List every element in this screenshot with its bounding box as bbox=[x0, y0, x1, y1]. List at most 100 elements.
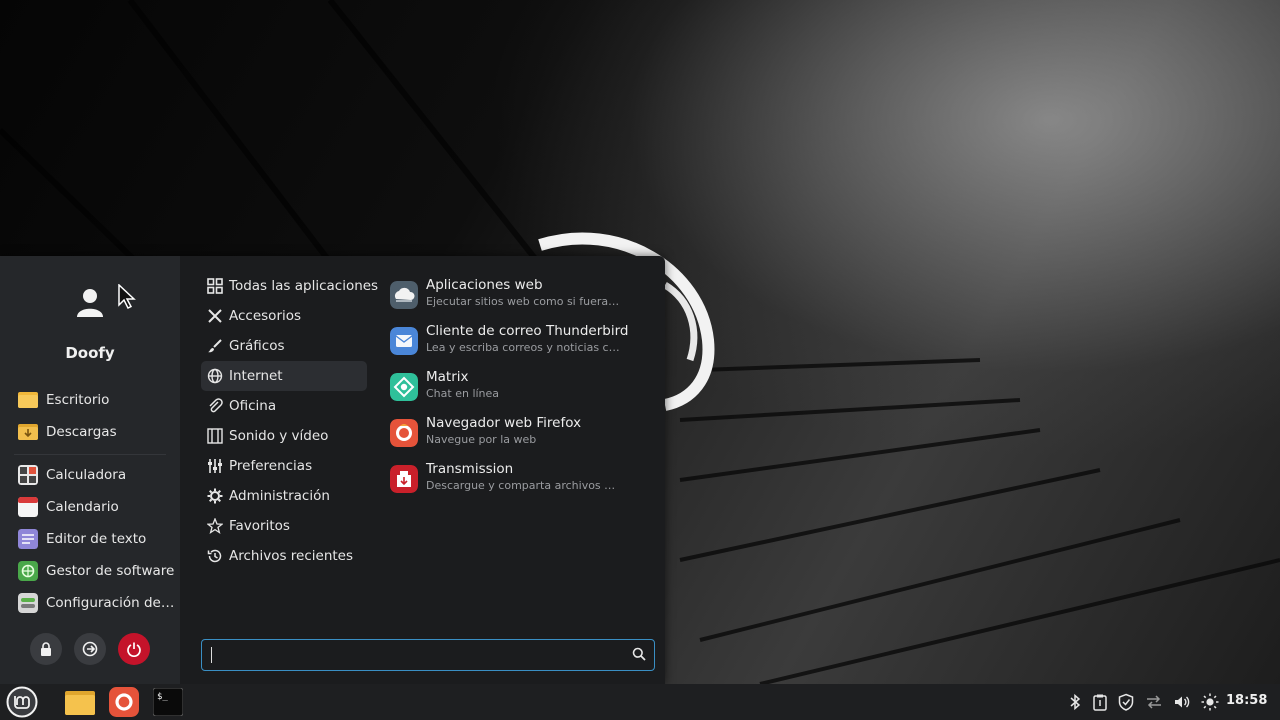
tools-icon bbox=[208, 309, 222, 323]
logout-icon bbox=[82, 641, 98, 657]
grid-icon bbox=[207, 278, 223, 294]
category-administracion[interactable]: Administración bbox=[201, 481, 367, 511]
category-internet[interactable]: Internet bbox=[201, 361, 367, 391]
category-favoritos[interactable]: Favoritos bbox=[201, 511, 367, 541]
app-name: Cliente de correo Thunderbird bbox=[426, 323, 629, 339]
favorite-gestor-de-software[interactable]: Gestor de software bbox=[18, 558, 174, 584]
power-icon bbox=[127, 642, 141, 657]
brightness-icon[interactable] bbox=[1201, 693, 1219, 711]
favorite-label: Gestor de software bbox=[46, 563, 175, 579]
firefox-launcher[interactable] bbox=[108, 686, 140, 718]
power-button[interactable] bbox=[118, 633, 150, 665]
app-transmission[interactable]: Transmission Descargue y comparta archiv… bbox=[386, 458, 656, 502]
mail-icon bbox=[390, 327, 418, 355]
user-name: Doofy bbox=[65, 344, 115, 362]
category-label: Archivos recientes bbox=[229, 548, 354, 564]
paperclip-icon bbox=[209, 398, 223, 413]
matrix-icon bbox=[390, 373, 418, 401]
app-description: Lea y escriba correos y noticias con Thu… bbox=[426, 341, 622, 354]
settings-icon bbox=[18, 593, 38, 613]
favorite-label: Descargas bbox=[46, 424, 117, 440]
transmission-icon bbox=[390, 465, 418, 493]
app-thunderbird[interactable]: Cliente de correo Thunderbird Lea y escr… bbox=[386, 320, 656, 364]
category-oficina[interactable]: Oficina bbox=[201, 391, 367, 421]
category-label: Todas las aplicaciones bbox=[229, 278, 379, 294]
user-avatar-icon[interactable] bbox=[74, 286, 106, 318]
favorite-descargas[interactable]: Descargas bbox=[18, 419, 117, 445]
text-caret bbox=[211, 647, 212, 663]
search-input[interactable] bbox=[208, 644, 622, 666]
favorite-label: Calendario bbox=[46, 499, 119, 515]
category-label: Favoritos bbox=[229, 518, 290, 534]
app-description: Chat en línea bbox=[426, 387, 500, 400]
taskbar: $_ 18:58 bbox=[0, 684, 1280, 720]
volume-icon[interactable] bbox=[1173, 693, 1191, 711]
media-icon bbox=[207, 428, 223, 444]
downloads-folder-icon bbox=[18, 424, 38, 440]
category-sonido-y-video[interactable]: Sonido y vídeo bbox=[201, 421, 367, 451]
search-box[interactable] bbox=[201, 639, 655, 671]
calculator-icon bbox=[18, 465, 38, 485]
favorite-configuracion[interactable]: Configuración de… bbox=[18, 590, 174, 616]
lock-icon bbox=[41, 642, 51, 656]
mouse-cursor-icon bbox=[118, 284, 136, 310]
category-todas-las-aplicaciones[interactable]: Todas las aplicaciones bbox=[201, 271, 378, 301]
category-label: Internet bbox=[229, 368, 283, 384]
bluetooth-icon[interactable] bbox=[1066, 693, 1084, 711]
search-icon bbox=[632, 647, 646, 661]
gear-icon bbox=[207, 488, 223, 504]
menu-sidebar: Doofy Escritorio Descargas Calculadora C… bbox=[0, 256, 180, 684]
terminal-launcher[interactable]: $_ bbox=[152, 686, 184, 718]
app-description: Navegue por la web bbox=[426, 433, 537, 446]
logout-button[interactable] bbox=[74, 633, 106, 665]
files-launcher[interactable] bbox=[64, 686, 96, 718]
category-label: Oficina bbox=[229, 398, 277, 414]
category-archivos-recientes[interactable]: Archivos recientes bbox=[201, 541, 367, 571]
favorite-escritorio[interactable]: Escritorio bbox=[18, 387, 109, 413]
category-label: Preferencias bbox=[229, 458, 313, 474]
app-firefox[interactable]: Navegador web Firefox Navegue por la web bbox=[386, 412, 656, 456]
favorite-editor-de-texto[interactable]: Editor de texto bbox=[18, 526, 146, 552]
app-matrix[interactable]: Matrix Chat en línea bbox=[386, 366, 656, 410]
app-name: Transmission bbox=[426, 461, 514, 477]
app-description: Ejecutar sitios web como si fueran aplic… bbox=[426, 295, 622, 308]
globe-icon bbox=[207, 368, 223, 384]
favorite-label: Editor de texto bbox=[46, 531, 147, 547]
application-menu: Doofy Escritorio Descargas Calculadora C… bbox=[0, 256, 665, 684]
lock-button[interactable] bbox=[30, 633, 62, 665]
app-name: Navegador web Firefox bbox=[426, 415, 582, 431]
favorite-label: Escritorio bbox=[46, 392, 110, 408]
favorite-calculadora[interactable]: Calculadora bbox=[18, 462, 126, 488]
mint-menu-icon bbox=[6, 686, 38, 718]
sliders-icon bbox=[208, 459, 222, 473]
favorite-label: Configuración de… bbox=[46, 595, 175, 611]
network-icon[interactable] bbox=[1145, 693, 1163, 711]
star-icon bbox=[207, 518, 223, 534]
category-label: Administración bbox=[229, 488, 330, 504]
web-apps-icon bbox=[390, 281, 418, 309]
svg-text:$_: $_ bbox=[157, 692, 168, 702]
category-label: Gráficos bbox=[229, 338, 285, 354]
clipboard-icon[interactable] bbox=[1091, 693, 1109, 711]
category-accesorios[interactable]: Accesorios bbox=[201, 301, 367, 331]
text-editor-icon bbox=[18, 529, 38, 549]
category-graficos[interactable]: Gráficos bbox=[201, 331, 367, 361]
divider bbox=[14, 454, 166, 455]
software-manager-icon bbox=[18, 561, 38, 581]
app-aplicaciones-web[interactable]: Aplicaciones web Ejecutar sitios web com… bbox=[386, 274, 656, 318]
terminal-icon: $_ bbox=[153, 688, 183, 716]
history-icon bbox=[207, 549, 222, 563]
app-name: Aplicaciones web bbox=[426, 277, 543, 293]
favorite-label: Calculadora bbox=[46, 467, 127, 483]
app-name: Matrix bbox=[426, 369, 469, 385]
favorite-calendario[interactable]: Calendario bbox=[18, 494, 119, 520]
folder-icon bbox=[18, 392, 38, 408]
clock[interactable]: 18:58 bbox=[1226, 693, 1267, 708]
shield-icon[interactable] bbox=[1117, 693, 1135, 711]
firefox-icon bbox=[390, 419, 418, 447]
category-label: Sonido y vídeo bbox=[229, 428, 329, 444]
files-icon bbox=[65, 691, 95, 715]
brush-icon bbox=[208, 339, 222, 353]
category-preferencias[interactable]: Preferencias bbox=[201, 451, 367, 481]
menu-button[interactable] bbox=[6, 686, 38, 718]
